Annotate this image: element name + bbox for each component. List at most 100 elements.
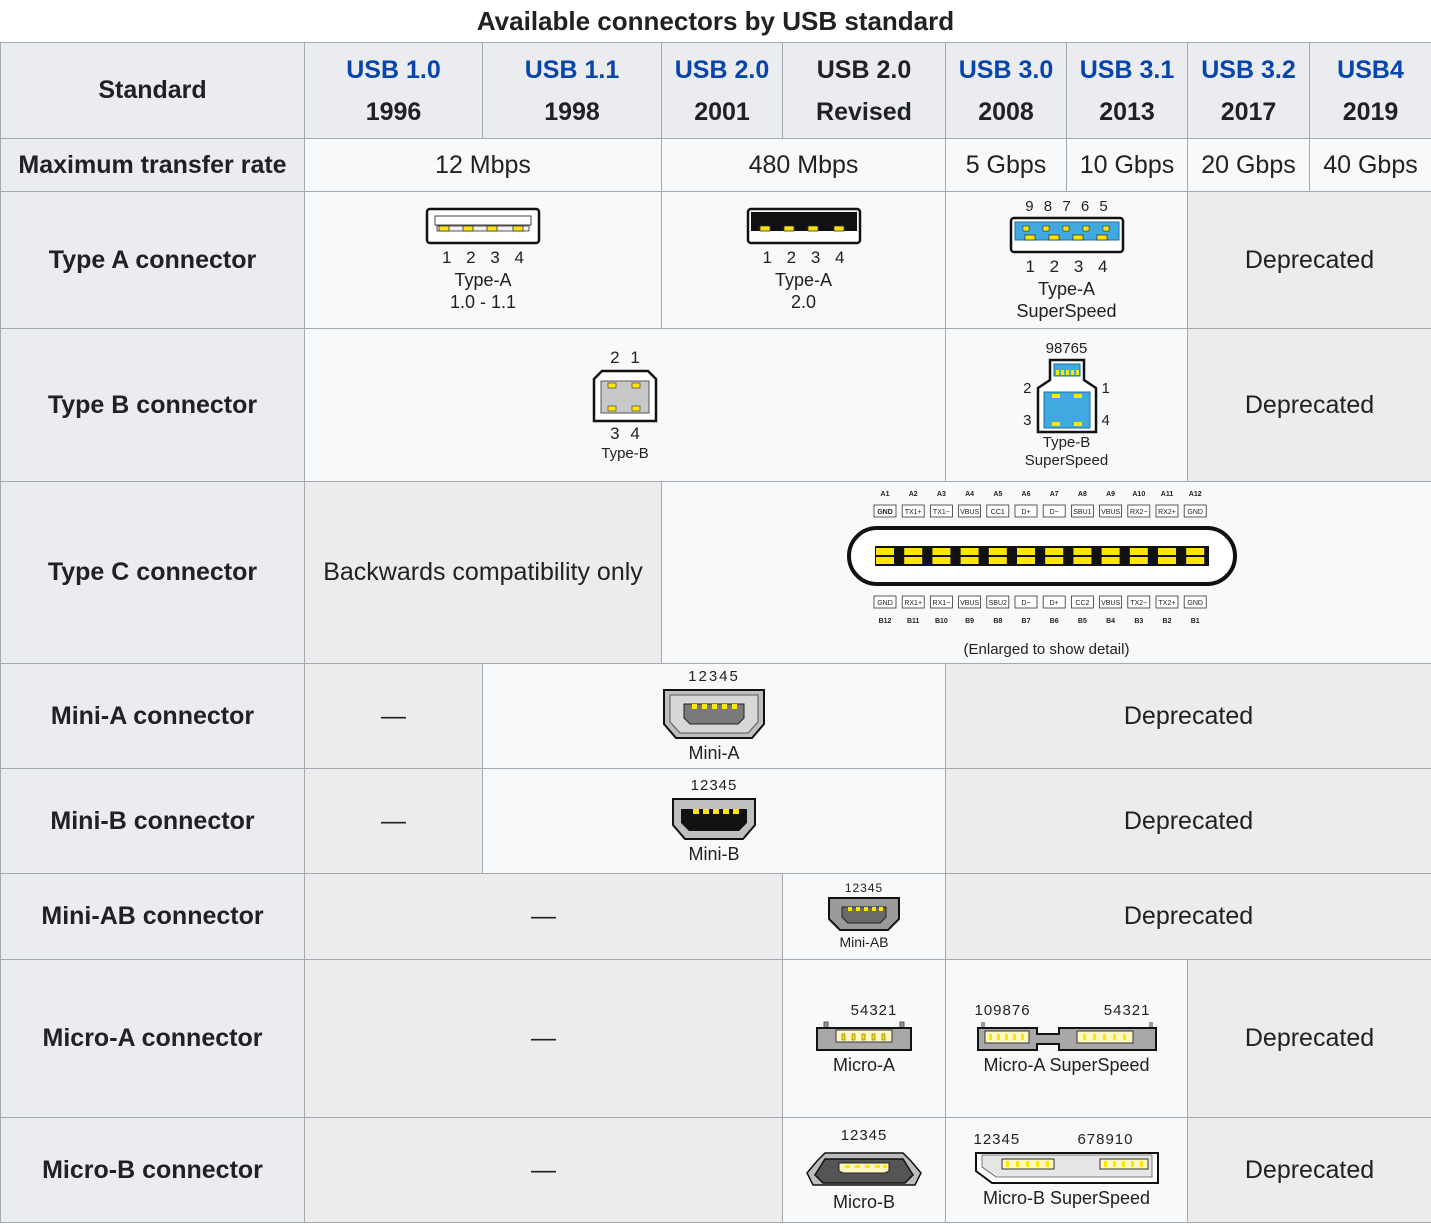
link-usb-1-0[interactable]: USB 1.0	[306, 49, 482, 91]
type-c-bottom-pin-name: GND	[877, 600, 893, 607]
cell-type-a-usb1: 1 2 3 4 Type-A 1.0 - 1.1	[304, 191, 662, 329]
type-c-bottom-pin-name: RX1−	[932, 600, 950, 607]
type-c-top-pin-name: VBUS	[960, 509, 979, 516]
micro-a-ss-figure: 109876 54321 Micro-A SuperSpeed	[975, 1002, 1159, 1076]
cell-mini-a-supported: 12345 Mini-A	[482, 663, 946, 769]
cell-mini-b-supported: 12345 Mini-B	[482, 768, 946, 874]
cell-micro-a-early: —	[304, 959, 783, 1118]
type-c-bottom-pin-name: TX2+	[1158, 600, 1175, 607]
header-usb-3-2: USB 3.2 2017	[1187, 42, 1310, 139]
mini-a-figure: 12345 Mini-A	[660, 668, 768, 764]
type-c-bottom-pin-name: D−	[1021, 600, 1030, 607]
type-c-bottom-contact	[1101, 557, 1120, 564]
type-b-caption: Type-B	[601, 445, 649, 462]
type-c-bottom-contact	[1129, 557, 1148, 564]
type-c-bottom-contact	[903, 557, 922, 564]
row-mini-a: Mini-A connector — 12345 Mini-A Deprecat…	[0, 663, 1431, 769]
row-label-micro-b: Micro-B connector	[0, 1117, 305, 1223]
row-label-mini-ab: Mini-AB connector	[0, 873, 305, 960]
micro-b-connector-icon	[806, 1152, 922, 1186]
type-c-top-pin-name: TX1−	[932, 509, 949, 516]
link-usb-3-2[interactable]: USB 3.2	[1189, 49, 1309, 91]
type-c-bottom-pin-id: B3	[1134, 618, 1143, 625]
type-c-bottom-pin-id: B5	[1077, 618, 1086, 625]
type-c-top-pin-id: A7	[1049, 491, 1058, 498]
type-b-ss-caption-speed: SuperSpeed	[1024, 452, 1109, 469]
rate-usb3-0: 5 Gbps	[945, 138, 1067, 192]
type-c-bottom-pin-name: RX1+	[904, 600, 922, 607]
micro-b-ss-figure: 12345 678910 Micro-B SuperSpeed	[974, 1131, 1160, 1209]
cell-type-a-usb2: 1 2 3 4 Type-A 2.0	[661, 191, 946, 329]
mini-ab-figure: 12345 Mini-AB	[826, 881, 902, 951]
row-type-a: Type A connector 1 2 3 4 Type-A 1.0 - 1.…	[0, 191, 1431, 329]
type-c-top-contact	[988, 548, 1007, 555]
micro-a-caption: Micro-A	[833, 1054, 895, 1075]
micro-a-superspeed-icon	[976, 1021, 1157, 1051]
link-usb-3-1[interactable]: USB 3.1	[1068, 49, 1187, 91]
cell-mini-a-usb1-0: —	[304, 663, 483, 769]
type-a-connector-icon	[425, 207, 541, 245]
type-c-top-pin-id: A9	[1106, 491, 1115, 498]
cell-micro-b-deprecated: Deprecated	[1187, 1117, 1431, 1223]
link-usb-3-0[interactable]: USB 3.0	[947, 49, 1066, 91]
type-c-bottom-contact	[1185, 557, 1204, 564]
cell-mini-ab-supported: 12345 Mini-AB	[782, 873, 946, 960]
rate-usb3-1: 10 Gbps	[1066, 138, 1188, 192]
type-a-1-figure: 1 2 3 4 Type-A 1.0 - 1.1	[425, 207, 541, 313]
cell-type-b-usb3: 98765 2 3 1 4 Type-B SuperSpeed	[945, 328, 1188, 482]
type-c-top-pin-id: A10	[1132, 491, 1145, 498]
micro-b-pins: 12345	[840, 1127, 888, 1144]
type-c-top-contact	[1072, 548, 1091, 555]
row-transfer-rate: Maximum transfer rate 12 Mbps 480 Mbps 5…	[0, 138, 1431, 192]
row-micro-a: Micro-A connector — 54321 Micro-A 109876…	[0, 959, 1431, 1118]
type-c-bottom-pin-id: B1	[1190, 618, 1199, 625]
type-c-bottom-pin-name: D+	[1049, 600, 1058, 607]
type-b-connector-icon	[592, 369, 658, 423]
type-c-bottom-contact	[1044, 557, 1063, 564]
cell-type-b-deprecated: Deprecated	[1187, 328, 1431, 482]
type-c-top-pin-name: GND	[1187, 509, 1203, 516]
rate-usb3-2: 20 Gbps	[1187, 138, 1310, 192]
type-b-ss-pin-4: 4	[1101, 412, 1110, 429]
row-label-micro-a: Micro-A connector	[0, 959, 305, 1118]
type-b-ss-figure: 98765 2 3 1 4 Type-B SuperSpeed	[1023, 340, 1110, 470]
link-usb-2-0[interactable]: USB 2.0	[663, 49, 782, 91]
type-b-ss-pin-3: 3	[1023, 412, 1032, 429]
year-usb-2-0: 2001	[694, 97, 750, 126]
link-usb-1-1[interactable]: USB 1.1	[484, 49, 661, 91]
mini-a-pins: 12345	[688, 668, 740, 685]
header-standard: Standard	[0, 42, 305, 139]
type-c-bottom-pin-id: B4	[1106, 618, 1115, 625]
type-c-top-contact	[903, 548, 922, 555]
type-c-bottom-pin-name: CC2	[1075, 600, 1089, 607]
year-usb-1-0: 1996	[365, 97, 422, 126]
micro-a-ss-left-pins: 109876	[974, 1001, 1031, 1019]
header-usb-1-0: USB 1.0 1996	[304, 42, 483, 139]
type-b-ss-pin-1: 1	[1101, 380, 1110, 397]
type-c-bottom-pin-id: B8	[993, 618, 1002, 625]
mini-a-caption: Mini-A	[688, 743, 740, 763]
row-label-type-a: Type A connector	[0, 191, 305, 329]
label-usb-2-0-revised: USB 2.0	[816, 55, 912, 84]
type-c-bottom-pin-id: B10	[934, 618, 947, 625]
cell-type-c-backwards: Backwards compatibility only	[304, 481, 662, 664]
type-c-top-pin-name: SBU1	[1073, 509, 1091, 516]
type-b-ss-caption: Type-B	[1042, 434, 1091, 451]
type-c-bottom-contact	[875, 557, 894, 564]
link-usb4[interactable]: USB4	[1311, 49, 1431, 91]
type-c-bottom-pin-id: B11	[906, 618, 919, 625]
header-usb-2-0: USB 2.0 2001	[661, 42, 783, 139]
mini-ab-connector-icon	[828, 897, 900, 931]
year-usb-3-2: 2017	[1220, 97, 1277, 126]
row-label-type-b: Type B connector	[0, 328, 305, 482]
cell-micro-b-early: —	[304, 1117, 783, 1223]
cell-mini-a-deprecated: Deprecated	[945, 663, 1431, 769]
micro-b-ss-right-pins: 678910	[1077, 1131, 1134, 1148]
type-b-bottom-pins: 3 4	[610, 424, 640, 443]
cell-micro-a-deprecated: Deprecated	[1187, 959, 1431, 1118]
cell-type-a-usb3: 9 8 7 6 5 1 2 3 4 Type-A SuperSpeed	[945, 191, 1188, 329]
micro-b-ss-left-pins: 12345	[973, 1131, 1021, 1148]
header-usb-2-0-revised: USB 2.0 Revised	[782, 42, 946, 139]
row-label-transfer-rate: Maximum transfer rate	[0, 138, 305, 192]
type-c-bottom-pin-id: B7	[1021, 618, 1030, 625]
